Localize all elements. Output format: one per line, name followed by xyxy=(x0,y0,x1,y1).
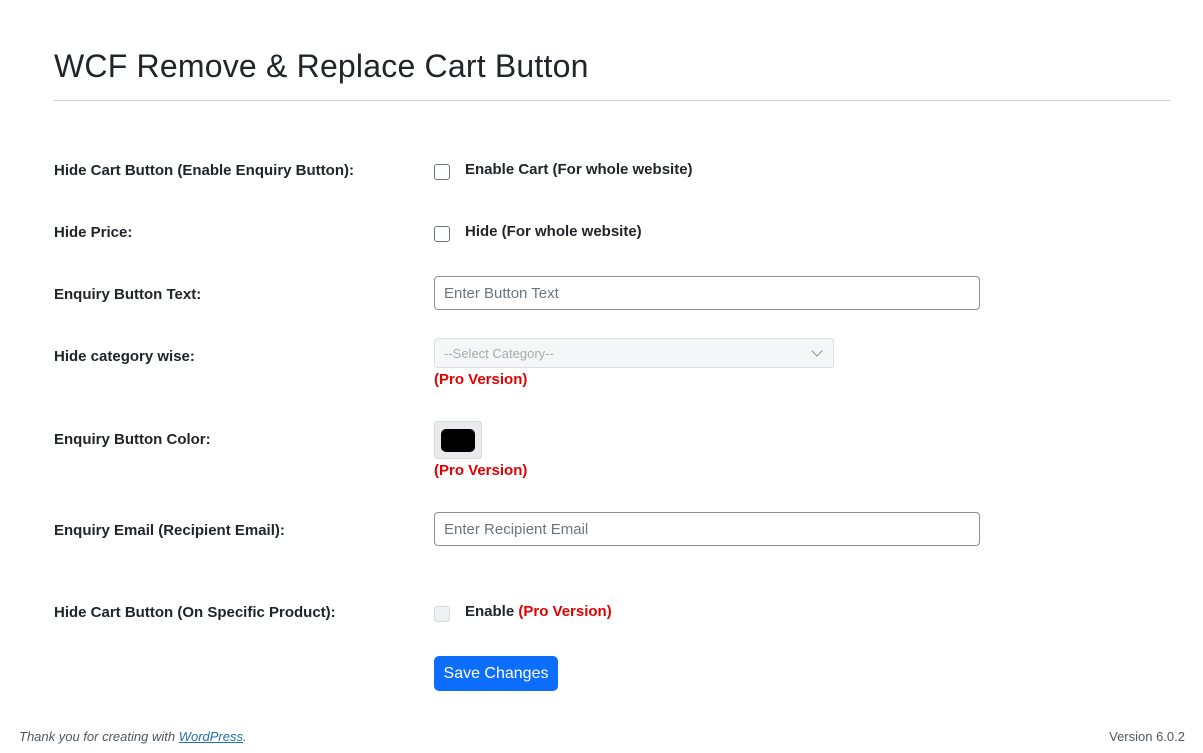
color-picker-button[interactable] xyxy=(434,421,482,459)
enable-cart-checkbox[interactable] xyxy=(434,164,450,180)
specific-product-pro-note: (Pro Version) xyxy=(518,603,612,620)
button-color-pro-note: (Pro Version) xyxy=(434,462,528,479)
version-text: Version 6.0.2 xyxy=(1109,729,1185,744)
save-changes-button[interactable]: Save Changes xyxy=(434,656,558,691)
category-select-value: --Select Category-- xyxy=(444,345,554,361)
hide-price-checkbox[interactable] xyxy=(434,226,450,242)
enable-cart-checkbox-label[interactable]: Enable Cart (For whole website) xyxy=(465,161,693,178)
button-color-label: Enquiry Button Color: xyxy=(54,431,211,448)
footer-thanks-prefix: Thank you for creating with xyxy=(19,729,179,744)
color-swatch xyxy=(441,428,475,452)
specific-product-checkbox-label: Enable (Pro Version) xyxy=(465,603,612,620)
category-pro-note: (Pro Version) xyxy=(434,371,528,388)
footer-thanks: Thank you for creating with WordPress. xyxy=(19,729,247,744)
enquiry-text-label: Enquiry Button Text: xyxy=(54,286,202,303)
specific-product-enable-text: Enable xyxy=(465,603,515,620)
specific-product-checkbox xyxy=(434,606,450,622)
chevron-down-icon xyxy=(811,345,823,357)
wordpress-link[interactable]: WordPress xyxy=(179,729,243,744)
category-select: --Select Category-- xyxy=(434,338,834,368)
page-title: WCF Remove & Replace Cart Button xyxy=(54,48,589,84)
enquiry-text-input[interactable]: Enter Button Text xyxy=(434,276,980,310)
hide-price-checkbox-label[interactable]: Hide (For whole website) xyxy=(465,223,642,240)
footer-thanks-suffix: . xyxy=(243,729,247,744)
hide-price-label: Hide Price: xyxy=(54,224,133,241)
enquiry-text-placeholder: Enter Button Text xyxy=(444,284,559,302)
hide-cart-label: Hide Cart Button (Enable Enquiry Button)… xyxy=(54,162,354,179)
specific-product-label: Hide Cart Button (On Specific Product): xyxy=(54,604,336,621)
enquiry-email-label: Enquiry Email (Recipient Email): xyxy=(54,522,285,539)
enquiry-email-placeholder: Enter Recipient Email xyxy=(444,520,589,538)
category-label: Hide category wise: xyxy=(54,348,195,365)
title-divider xyxy=(54,100,1170,101)
enquiry-email-input[interactable]: Enter Recipient Email xyxy=(434,512,980,546)
